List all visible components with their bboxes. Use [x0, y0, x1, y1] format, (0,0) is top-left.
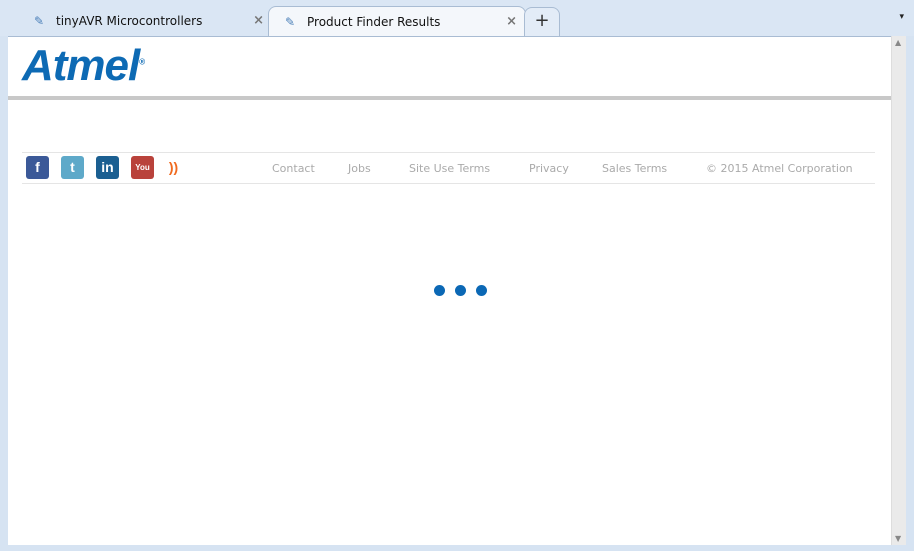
header-divider — [8, 96, 891, 100]
footer-link-contact[interactable]: Contact — [272, 162, 315, 175]
twitter-icon[interactable]: t — [61, 156, 84, 179]
page-icon: ✎ — [285, 14, 296, 29]
tab-product-finder[interactable]: ✎ Product Finder Results × — [268, 6, 526, 36]
registered-mark: ® — [139, 57, 145, 67]
tab-tinyavr[interactable]: ✎ tinyAVR Microcontrollers × — [22, 6, 272, 36]
rss-icon[interactable]: )) — [162, 156, 185, 179]
scroll-up-icon[interactable]: ▲ — [895, 38, 901, 47]
page-icon: ✎ — [34, 14, 45, 28]
footer-link-sales-terms[interactable]: Sales Terms — [602, 162, 667, 175]
tab-strip: ✎ tinyAVR Microcontrollers × ✎ Product F… — [0, 0, 914, 36]
loading-dot — [434, 285, 445, 296]
close-tab-icon[interactable]: × — [253, 13, 264, 28]
copyright: © 2015 Atmel Corporation — [706, 162, 853, 175]
linkedin-icon[interactable]: in — [96, 156, 119, 179]
new-tab-button[interactable]: + — [524, 7, 560, 36]
tab-menu-chevron-down-icon[interactable]: ▾ — [899, 12, 904, 22]
youtube-icon[interactable]: You — [131, 156, 154, 179]
loading-dot — [455, 285, 466, 296]
logo-text: Atmel — [22, 41, 140, 90]
close-tab-icon[interactable]: × — [506, 14, 517, 29]
page-content: Atmel® f t in You )) Contact Jobs Site U… — [8, 36, 891, 545]
scroll-down-icon[interactable]: ▼ — [895, 534, 901, 543]
footer-link-privacy[interactable]: Privacy — [529, 162, 569, 175]
vertical-scrollbar[interactable]: ▲ ▼ — [891, 36, 906, 545]
footer-link-site-use-terms[interactable]: Site Use Terms — [409, 162, 490, 175]
tab-label: Product Finder Results — [307, 14, 441, 29]
tab-label: tinyAVR Microcontrollers — [56, 14, 203, 28]
footer-link-jobs[interactable]: Jobs — [348, 162, 371, 175]
facebook-icon[interactable]: f — [26, 156, 49, 179]
loading-dot — [476, 285, 487, 296]
atmel-logo[interactable]: Atmel® — [22, 41, 145, 91]
footer-bar: f t in You )) Contact Jobs Site Use Term… — [22, 152, 875, 184]
